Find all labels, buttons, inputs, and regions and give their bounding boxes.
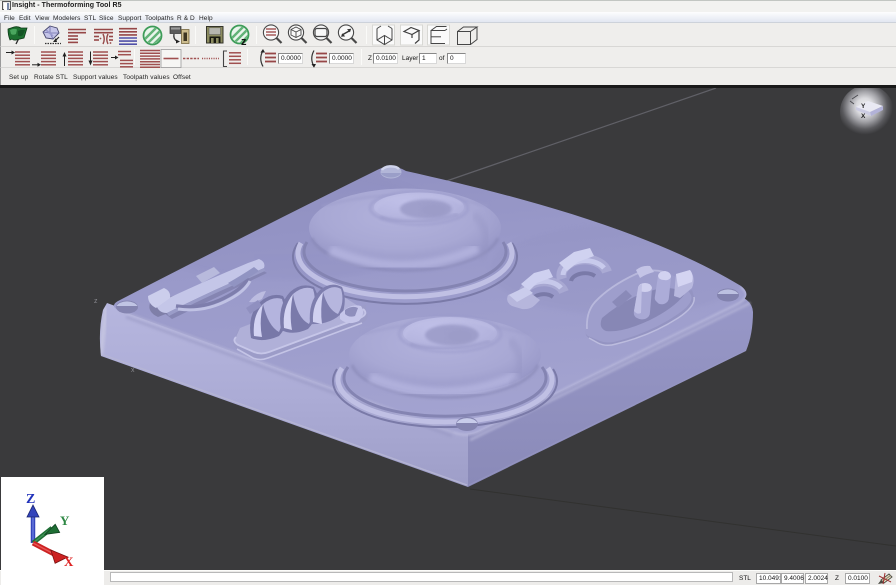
svg-text:z: z (94, 298, 98, 305)
svg-text:z: z (241, 36, 247, 47)
svg-text:X: X (861, 113, 866, 120)
svg-text:Z: Z (26, 492, 35, 507)
svg-text:x: x (131, 367, 135, 374)
svg-text:Y: Y (861, 103, 866, 110)
svg-text:X: X (64, 554, 74, 569)
svg-text:Y: Y (60, 513, 70, 528)
